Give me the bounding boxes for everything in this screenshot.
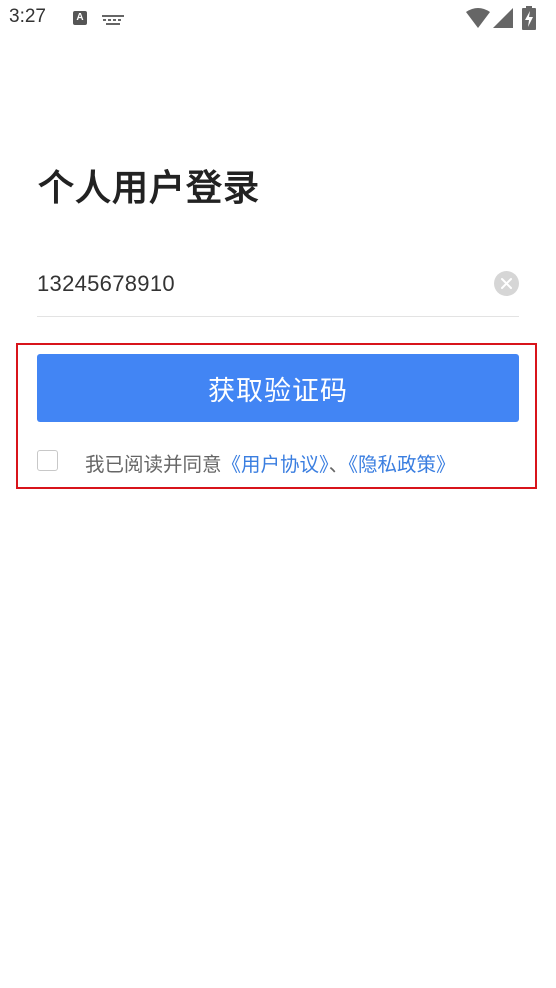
agree-checkbox[interactable]	[37, 450, 58, 471]
phone-field-row	[37, 256, 519, 317]
font-a-icon: A	[73, 11, 87, 25]
agreement-row: 我已阅读并同意《用户协议》、《隐私政策》	[37, 446, 519, 476]
agreement-text: 我已阅读并同意《用户协议》、《隐私政策》	[85, 448, 456, 477]
close-icon	[501, 278, 512, 289]
phone-input[interactable]	[37, 268, 477, 300]
status-bar: 3:27 A	[0, 0, 556, 38]
signal-icon	[493, 8, 513, 32]
status-right-icons	[466, 6, 556, 30]
agreement-prefix: 我已阅读并同意	[85, 453, 222, 476]
clear-input-button[interactable]	[494, 271, 519, 296]
user-agreement-link[interactable]: 《用户协议》	[222, 453, 329, 476]
wifi-icon	[466, 8, 490, 32]
keyboard-icon	[102, 12, 124, 25]
status-time: 3:27	[9, 6, 46, 27]
get-verification-code-button[interactable]: 获取验证码	[37, 354, 519, 422]
battery-charging-icon	[522, 6, 536, 34]
agreement-separator: 、	[328, 453, 349, 476]
privacy-policy-link[interactable]: 《隐私政策》	[348, 453, 455, 476]
page-title: 个人用户登录	[38, 168, 261, 209]
